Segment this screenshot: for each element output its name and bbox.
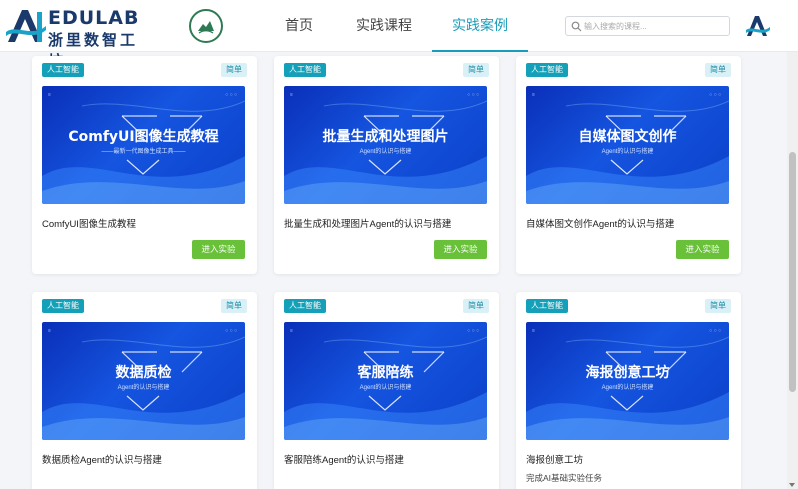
cover-corner-marks: ≡ xyxy=(290,92,293,98)
scrollbar-thumb[interactable] xyxy=(789,152,796,392)
ai-logo-icon xyxy=(6,10,46,42)
case-cover-image[interactable]: ≡ ○ ○ ○ ComfyUI图像生成教程 ——最新一代图像生成工具—— xyxy=(42,86,245,204)
case-card[interactable]: 人工智能 简单 ≡ ○ ○ ○ 自媒体图文创作 Agent的认识与搭建 自媒体图文创作Age… xyxy=(516,56,741,274)
category-tag: 人工智能 xyxy=(42,63,84,77)
difficulty-tag: 简单 xyxy=(221,63,247,77)
enter-experiment-button[interactable]: 进入实验 xyxy=(192,240,245,259)
case-cover-image[interactable]: ≡ ○ ○ ○ 自媒体图文创作 Agent的认识与搭建 xyxy=(526,86,729,204)
cover-window-dots: ○ ○ ○ xyxy=(467,328,479,334)
cover-corner-marks: ≡ xyxy=(48,92,51,98)
cover-subtitle: Agent的认识与搭建 xyxy=(601,149,654,155)
cover-title: 批量生成和处理图片 xyxy=(322,129,449,145)
cover-corner-marks: ≡ xyxy=(532,328,535,334)
enter-experiment-button[interactable]: 进入实验 xyxy=(676,240,729,259)
nav-cases-label: 实践案例 xyxy=(452,17,508,33)
category-tag: 人工智能 xyxy=(284,63,326,77)
top-header: EDULAB 浙里数智工坊 首页 实践课程 实践案例 xyxy=(0,0,798,70)
case-cover-image[interactable]: ≡ ○ ○ ○ 数据质检 Agent的认识与搭建 xyxy=(42,322,245,440)
case-card[interactable]: 人工智能 简单 ≡ ○ ○ ○ 客服陪练 Agent的认识与搭建 客服陪练Agent的认识与… xyxy=(274,292,499,489)
difficulty-tag: 简单 xyxy=(705,63,731,77)
search-icon xyxy=(571,21,582,32)
emblem-icon xyxy=(198,21,214,34)
category-tag: 人工智能 xyxy=(526,299,568,313)
cover-window-dots: ○ ○ ○ xyxy=(709,328,721,334)
case-title[interactable]: 海报创意工坊 xyxy=(526,452,731,466)
cover-title: 数据质检 xyxy=(115,365,172,381)
cover-window-dots: ○ ○ ○ xyxy=(225,328,237,334)
difficulty-tag: 简单 xyxy=(705,299,731,313)
case-cover-image[interactable]: ≡ ○ ○ ○ 批量生成和处理图片 Agent的认识与搭建 xyxy=(284,86,487,204)
difficulty-tag: 简单 xyxy=(463,299,489,313)
cover-subtitle: ——最新一代图像生成工具—— xyxy=(101,149,186,155)
cover-corner-marks: ≡ xyxy=(48,328,51,334)
ai-brand-icon[interactable] xyxy=(745,14,771,38)
case-title[interactable]: ComfyUI图像生成教程 xyxy=(42,216,247,230)
cover-window-dots: ○ ○ ○ xyxy=(467,92,479,98)
logo-text-en: EDULAB xyxy=(48,7,140,29)
case-title[interactable]: 自媒体图文创作Agent的认识与搭建 xyxy=(526,216,731,230)
case-card[interactable]: 人工智能 简单 ≡ ○ ○ ○ 数据质检 Agent的认识与搭建 数据质检Agent的认识与… xyxy=(32,292,257,489)
difficulty-tag: 简单 xyxy=(463,63,489,77)
case-title[interactable]: 数据质检Agent的认识与搭建 xyxy=(42,452,247,466)
cover-subtitle: Agent的认识与搭建 xyxy=(359,149,412,155)
difficulty-tag: 简单 xyxy=(221,299,247,313)
cover-corner-marks: ≡ xyxy=(290,328,293,334)
cover-window-dots: ○ ○ ○ xyxy=(709,92,721,98)
category-tag: 人工智能 xyxy=(526,63,568,77)
cover-title: 自媒体图文创作 xyxy=(578,129,677,145)
cover-window-dots: ○ ○ ○ xyxy=(225,92,237,98)
case-subtitle: 完成AI基础实验任务 xyxy=(526,473,603,483)
page-scrollbar[interactable] xyxy=(787,52,798,489)
case-card[interactable]: 人工智能 简单 ≡ ○ ○ ○ ComfyUI图像生成教程 ——最新一代图像生成工具—— C… xyxy=(32,56,257,274)
main-nav: 首页 实践课程 实践案例 xyxy=(260,0,550,52)
search-box[interactable] xyxy=(565,16,730,36)
search-input[interactable] xyxy=(584,17,726,35)
case-title[interactable]: 客服陪练Agent的认识与搭建 xyxy=(284,452,489,466)
nav-cases[interactable]: 实践案例 xyxy=(432,0,528,52)
cover-subtitle: Agent的认识与搭建 xyxy=(359,385,412,391)
category-tag: 人工智能 xyxy=(42,299,84,313)
cover-title: 海报创意工坊 xyxy=(585,365,670,381)
scroll-down-arrow[interactable] xyxy=(789,483,795,487)
case-cover-image[interactable]: ≡ ○ ○ ○ 海报创意工坊 Agent的认识与搭建 xyxy=(526,322,729,440)
edulab-logo[interactable]: EDULAB 浙里数智工坊 xyxy=(4,4,154,70)
case-cover-image[interactable]: ≡ ○ ○ ○ 客服陪练 Agent的认识与搭建 xyxy=(284,322,487,440)
case-card[interactable]: 人工智能 简单 ≡ ○ ○ ○ 海报创意工坊 Agent的认识与搭建 海报创意工坊 完成AI基… xyxy=(516,292,741,489)
cover-subtitle: Agent的认识与搭建 xyxy=(601,385,654,391)
enter-experiment-button[interactable]: 进入实验 xyxy=(434,240,487,259)
cover-subtitle: Agent的认识与搭建 xyxy=(117,385,170,391)
nav-courses[interactable]: 实践课程 xyxy=(348,0,420,52)
cover-title: ComfyUI图像生成教程 xyxy=(68,129,219,145)
university-emblem xyxy=(189,9,223,43)
nav-home[interactable]: 首页 xyxy=(274,0,324,52)
case-card[interactable]: 人工智能 简单 ≡ ○ ○ ○ 批量生成和处理图片 Agent的认识与搭建 批量生成和处理图… xyxy=(274,56,499,274)
case-title[interactable]: 批量生成和处理图片Agent的认识与搭建 xyxy=(284,216,489,230)
cover-title: 客服陪练 xyxy=(357,365,414,381)
cover-corner-marks: ≡ xyxy=(532,92,535,98)
category-tag: 人工智能 xyxy=(284,299,326,313)
nav-active-underline xyxy=(432,50,528,52)
